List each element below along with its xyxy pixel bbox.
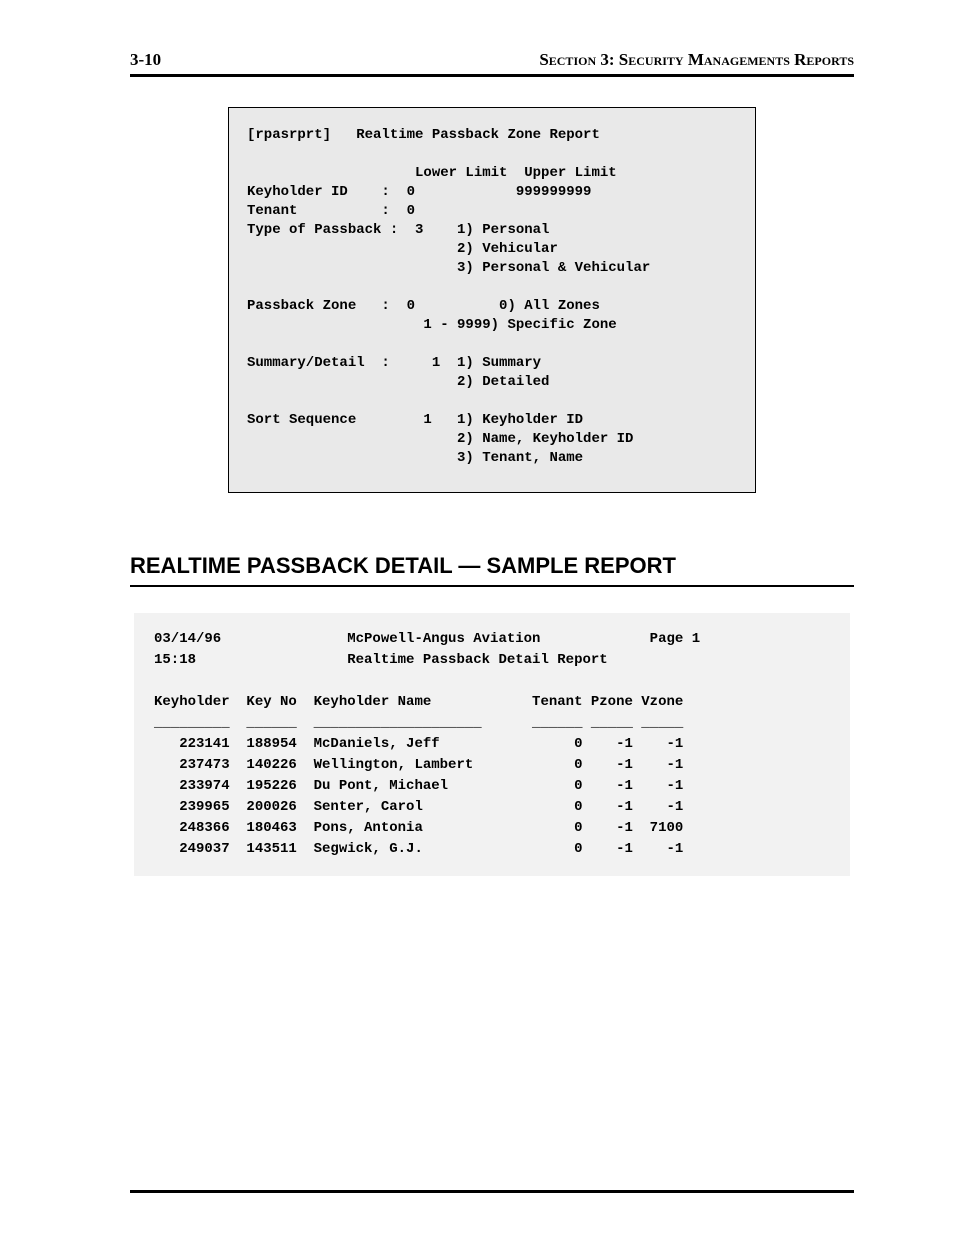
page-header: 3-10 Section 3: Security Managements Rep… — [130, 50, 854, 77]
sample-report-text: 03/14/96 McPowell-Angus Aviation Page 1 … — [154, 629, 830, 860]
section-label: Section 3: Security Managements Reports — [539, 50, 854, 70]
page-number: 3-10 — [130, 50, 161, 70]
sample-report-panel: 03/14/96 McPowell-Angus Aviation Page 1 … — [134, 613, 850, 876]
terminal-screenshot: [rpasrprt] Realtime Passback Zone Report… — [228, 107, 756, 493]
footer-rule — [130, 1190, 854, 1193]
section-heading: REALTIME PASSBACK DETAIL — SAMPLE REPORT — [130, 553, 854, 587]
terminal-text: [rpasrprt] Realtime Passback Zone Report… — [247, 126, 737, 468]
